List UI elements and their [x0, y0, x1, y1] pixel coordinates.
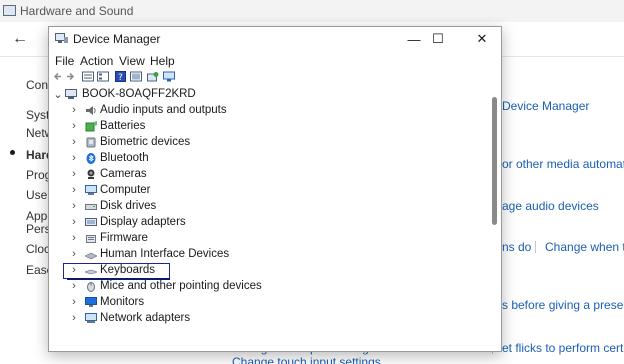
chevron-right-icon[interactable]: ›: [69, 312, 79, 324]
chevron-down-icon[interactable]: ⌄: [53, 88, 63, 101]
chevron-right-icon[interactable]: ›: [69, 136, 79, 148]
monitor-icon: [85, 297, 97, 307]
device-manager-titlebar[interactable]: Device Manager — ☐ ✕: [49, 27, 501, 51]
device-manager-icon: [55, 33, 68, 43]
close-button[interactable]: ✕: [459, 27, 501, 51]
disk-drive-icon: [85, 204, 97, 210]
chevron-right-icon[interactable]: ›: [69, 152, 79, 164]
chevron-right-icon[interactable]: ›: [69, 232, 79, 244]
scan-hardware-icon[interactable]: [147, 71, 159, 82]
camera-icon: [87, 169, 95, 179]
svg-text:?: ?: [118, 73, 123, 82]
speaker-icon: [86, 106, 96, 115]
toolbar: ?: [49, 70, 501, 84]
battery-icon: [85, 121, 97, 132]
device-tree: ⌄ BOOK-8OAQFF2KRD › Audio inputs and out…: [49, 87, 489, 351]
chevron-right-icon[interactable]: ›: [69, 200, 79, 212]
computer-icon: [85, 185, 97, 195]
chevron-right-icon[interactable]: ›: [69, 104, 79, 116]
tree-item[interactable]: › Human Interface Devices: [49, 247, 489, 263]
chevron-right-icon[interactable]: ›: [69, 216, 79, 228]
tree-item-label: Mice and other pointing devices: [100, 280, 262, 292]
bluetooth-icon: [86, 153, 96, 164]
selection-highlight: [63, 263, 170, 279]
tree-item[interactable]: › Cameras: [49, 167, 489, 183]
tree-item[interactable]: › Monitors: [49, 295, 489, 311]
chevron-right-icon[interactable]: ›: [69, 168, 79, 180]
vertical-scrollbar[interactable]: [489, 87, 501, 351]
forward-arrow-icon[interactable]: [65, 71, 75, 82]
help-icon[interactable]: ?: [115, 71, 126, 82]
tree-item[interactable]: › Audio inputs and outputs: [49, 103, 489, 119]
chevron-right-icon[interactable]: ›: [69, 280, 79, 292]
tree-item[interactable]: › Display adapters: [49, 215, 489, 231]
network-adapter-icon: [85, 313, 97, 323]
tree-item-label: Cameras: [100, 168, 147, 180]
resources-icon[interactable]: [130, 71, 142, 82]
chevron-right-icon[interactable]: ›: [69, 120, 79, 132]
tree-item[interactable]: › Batteries: [49, 119, 489, 135]
chevron-right-icon[interactable]: ›: [69, 184, 79, 196]
tree-item-label: Bluetooth: [100, 152, 149, 164]
menu-view[interactable]: View: [119, 54, 145, 68]
manage-audio-link[interactable]: age audio devices: [502, 199, 599, 213]
device-manager-link[interactable]: Device Manager: [502, 99, 589, 113]
tree-item-label: Network adapters: [100, 312, 191, 324]
list-view-icon[interactable]: [97, 71, 109, 82]
computer-name: BOOK-8OAQFF2KRD: [82, 88, 196, 100]
tree-item-label: Biometric devices: [100, 136, 191, 148]
mouse-icon: [87, 282, 95, 292]
menu-help[interactable]: Help: [150, 54, 175, 68]
media-autoplay-link[interactable]: or other media automatica: [502, 157, 624, 171]
tree-item-label: Batteries: [100, 120, 146, 132]
tree-item-label: Display adapters: [100, 216, 186, 228]
tree-root[interactable]: ⌄ BOOK-8OAQFF2KRD: [49, 87, 489, 103]
tree-item[interactable]: › Disk drives: [49, 199, 489, 215]
biometric-icon: [86, 137, 96, 148]
tree-item-label: Monitors: [100, 296, 145, 308]
monitor-action-icon[interactable]: [163, 71, 175, 82]
presentation-link[interactable]: s before giving a presenta: [502, 298, 624, 312]
tree-item[interactable]: › Mice and other pointing devices: [49, 279, 489, 295]
active-dot-icon: [10, 150, 15, 155]
menu-file[interactable]: File: [55, 54, 74, 68]
display-adapter-icon: [85, 218, 97, 226]
hid-icon: [85, 252, 97, 260]
change-when-link[interactable]: Change when the: [545, 240, 624, 254]
chevron-right-icon[interactable]: ›: [69, 248, 79, 260]
link-separator: [535, 241, 536, 253]
touch-input-link[interactable]: Change touch input settings: [232, 355, 381, 364]
background-titlebar: Hardware and Sound: [0, 0, 624, 22]
tree-item-label: Human Interface Devices: [100, 248, 230, 260]
selection-underline: [67, 278, 170, 280]
device-manager-window: Device Manager — ☐ ✕ File Action View He…: [48, 26, 502, 352]
back-arrow-icon[interactable]: [53, 71, 63, 82]
tree-item[interactable]: › Bluetooth: [49, 151, 489, 167]
set-flicks-link[interactable]: et flicks to perform certain t: [502, 341, 624, 355]
menu-bar: File Action View Help: [49, 53, 501, 70]
computer-icon: [65, 89, 77, 99]
tree-item-label: Audio inputs and outputs: [100, 104, 227, 116]
device-manager-title: Device Manager: [73, 32, 161, 46]
scrollbar-thumb[interactable]: [492, 97, 497, 225]
chevron-right-icon[interactable]: ›: [69, 296, 79, 308]
tree-item-label: Disk drives: [100, 200, 157, 212]
tree-item[interactable]: › Computer: [49, 183, 489, 199]
tree-item[interactable]: › Biometric devices: [49, 135, 489, 151]
tree-item-label: Firmware: [100, 232, 148, 244]
tree-item-label: Computer: [100, 184, 151, 196]
menu-action[interactable]: Action: [80, 54, 113, 68]
maximize-button[interactable]: ☐: [415, 27, 461, 51]
firmware-icon: [86, 235, 96, 243]
power-buttons-link[interactable]: ns do: [502, 240, 531, 254]
properties-view-icon[interactable]: [82, 71, 94, 82]
nav-item[interactable]: Con: [26, 78, 48, 92]
tree-item[interactable]: › Network adapters: [49, 311, 489, 327]
tree-item[interactable]: › Firmware: [49, 231, 489, 247]
